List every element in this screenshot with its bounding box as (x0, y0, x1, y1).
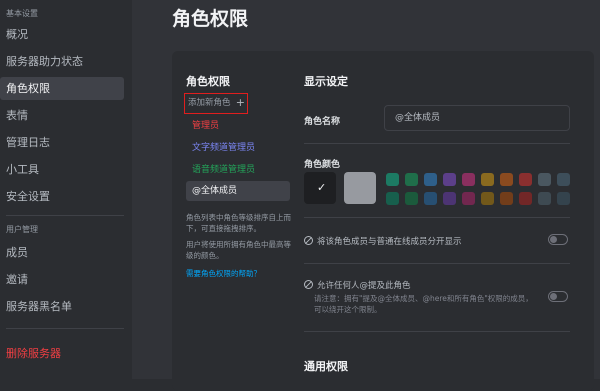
disabled-icon (304, 280, 313, 289)
perm-separate-display-label: 将该角色成员与普通在线成员分开显示 (317, 237, 462, 247)
roles-order-hint: 角色列表中角色等级排序自上而下，可直接拖拽排序。 (186, 213, 291, 233)
allow-mention-toggle[interactable] (548, 291, 568, 302)
color-swatch[interactable] (405, 173, 418, 186)
color-swatch[interactable] (481, 192, 494, 205)
check-icon: ✓ (317, 181, 327, 194)
sidebar-item-ban-list[interactable]: 服务器黑名单 (0, 295, 124, 318)
color-swatch[interactable] (462, 192, 475, 205)
roles-help-link[interactable]: 需要角色权限的帮助？ (186, 268, 261, 279)
add-role-label: 添加新角色 (188, 98, 231, 108)
color-swatch[interactable] (443, 192, 456, 205)
color-swatch[interactable] (557, 192, 570, 205)
general-permissions-title: 通用权限 (304, 360, 348, 373)
color-swatch[interactable] (557, 173, 570, 186)
sidebar-item-members[interactable]: 成员 (0, 241, 124, 264)
color-swatch[interactable] (538, 173, 551, 186)
disabled-icon (304, 236, 313, 245)
perm-allow-mention: 允许任何人@提及此角色 (304, 279, 411, 291)
roles-list-title: 角色权限 (186, 75, 230, 88)
settings-sidebar: 基本设置 概况 服务器助力状态 角色权限 表情 管理日志 小工具 安全设置 用户… (0, 0, 132, 379)
divider (304, 217, 570, 218)
role-item-admin[interactable]: 管理员 (186, 116, 290, 136)
color-swatch-selected[interactable]: ✓ (304, 172, 336, 204)
role-name-input[interactable]: @全体成员 (384, 105, 570, 131)
sidebar-item-delete-server[interactable]: 删除服务器 (0, 342, 124, 365)
role-name-label: 角色名称 (304, 117, 341, 127)
color-swatch-custom[interactable] (344, 172, 376, 204)
perm-separate-display: 将该角色成员与普通在线成员分开显示 (304, 235, 462, 247)
sidebar-item-security[interactable]: 安全设置 (0, 185, 124, 208)
sidebar-section-header-users: 用户管理 (6, 225, 38, 234)
divider (304, 263, 570, 264)
sidebar-item-roles[interactable]: 角色权限 (0, 77, 124, 100)
role-item-everyone[interactable]: @全体成员 (186, 181, 290, 201)
role-color-label: 角色颜色 (304, 160, 341, 170)
main-content: 角色权限 角色权限 添加新角色 + 管理员 文字频道管理员 语音频道管理员 @全… (132, 0, 600, 391)
display-settings-title: 显示设定 (304, 75, 348, 88)
roles-color-hint: 用户将使用所拥有角色中最高等级的颜色。 (186, 240, 291, 260)
separate-display-toggle[interactable] (548, 234, 568, 245)
page-title: 角色权限 (172, 8, 249, 30)
perm-allow-mention-label: 允许任何人@提及此角色 (317, 281, 411, 291)
divider (304, 143, 570, 144)
color-swatch[interactable] (424, 192, 437, 205)
perm-allow-mention-desc: 请注意：拥有"提及@全体成员、@here和所有角色"权限的成员，可以绕开这个限制… (314, 294, 533, 314)
sidebar-divider (6, 328, 124, 329)
color-swatch[interactable] (405, 192, 418, 205)
sidebar-divider (6, 215, 124, 216)
sidebar-item-overview[interactable]: 概况 (0, 23, 124, 46)
color-swatch[interactable] (500, 173, 513, 186)
role-item-text-channel-admin[interactable]: 文字频道管理员 (186, 138, 290, 158)
sidebar-item-emoji[interactable]: 表情 (0, 104, 124, 127)
color-swatch[interactable] (424, 173, 437, 186)
role-item-voice-channel-admin[interactable]: 语音频道管理员 (186, 160, 290, 180)
color-swatch[interactable] (481, 173, 494, 186)
color-swatch[interactable] (519, 173, 532, 186)
sidebar-item-invites[interactable]: 邀请 (0, 268, 124, 291)
sidebar-item-audit-log[interactable]: 管理日志 (0, 131, 124, 154)
color-swatch[interactable] (538, 192, 551, 205)
sidebar-item-boost-status[interactable]: 服务器助力状态 (0, 50, 124, 73)
color-swatch[interactable] (386, 192, 399, 205)
sidebar-item-widgets[interactable]: 小工具 (0, 158, 124, 181)
roles-panel: 角色权限 添加新角色 + 管理员 文字频道管理员 语音频道管理员 @全体成员 角… (172, 51, 594, 391)
sidebar-section-header-basic: 基本设置 (6, 9, 38, 18)
color-swatch[interactable] (462, 173, 475, 186)
color-swatch[interactable] (386, 173, 399, 186)
color-swatch[interactable] (443, 173, 456, 186)
divider (304, 331, 570, 332)
add-role-button[interactable]: 添加新角色 + (184, 93, 248, 114)
plus-icon: + (235, 96, 245, 109)
color-swatch[interactable] (519, 192, 532, 205)
color-swatch[interactable] (500, 192, 513, 205)
